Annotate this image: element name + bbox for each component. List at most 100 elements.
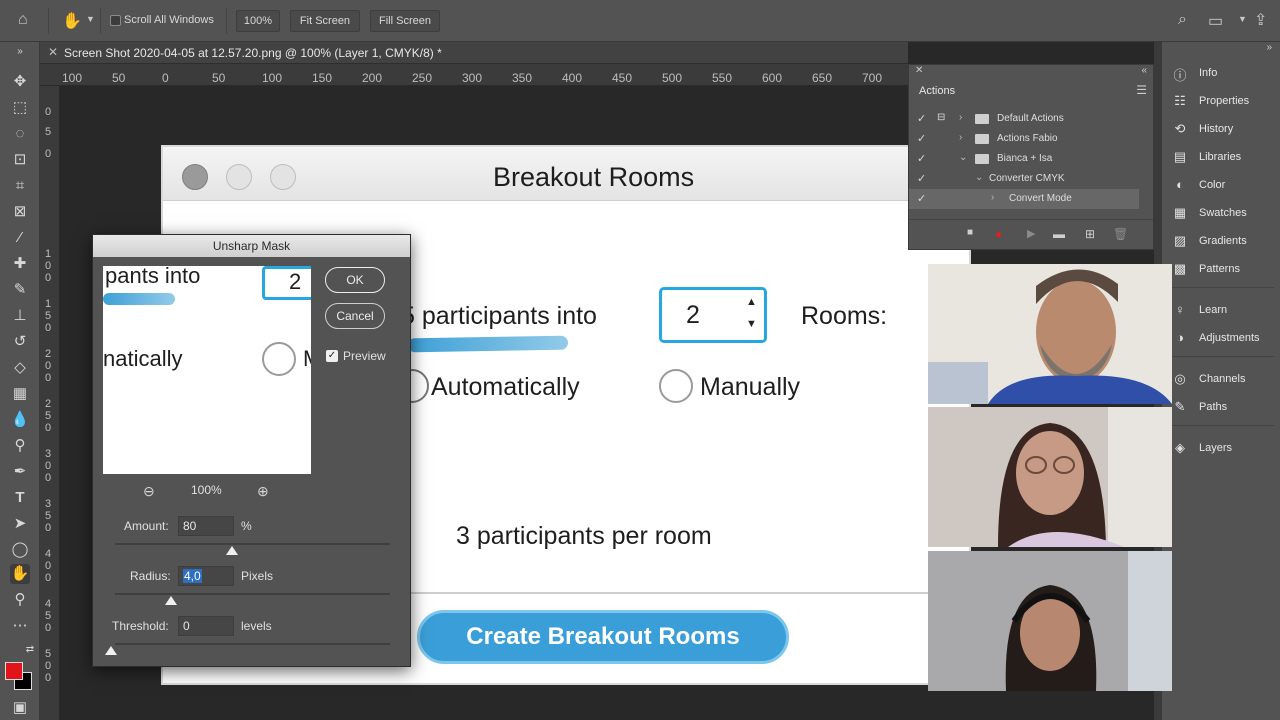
filter-preview[interactable]: pants into 2 natically M (103, 266, 311, 474)
dialog-title[interactable]: Unsharp Mask (93, 235, 410, 257)
lasso-tool-icon[interactable]: ◌ (10, 124, 30, 144)
ruler-tick: 200 (362, 71, 383, 85)
more-tools-icon[interactable]: ⋯ (10, 616, 30, 636)
threshold-input[interactable]: 0 (178, 616, 234, 636)
chevron-right-icon[interactable]: › (959, 112, 962, 123)
move-tool-icon[interactable]: ✥ (10, 72, 30, 92)
check-icon[interactable]: ✓ (917, 132, 926, 145)
home-icon[interactable]: ⌂ (18, 11, 28, 29)
dock-swatches[interactable]: ▦ Swatches (1162, 202, 1280, 226)
ok-button[interactable]: OK (325, 267, 385, 293)
dock-libraries[interactable]: ▤ Libraries (1162, 146, 1280, 170)
swap-colors-icon[interactable]: ⇄ (20, 640, 40, 660)
blur-tool-icon[interactable]: 💧 (10, 410, 30, 430)
hand-tool-icon[interactable]: ✋ (10, 564, 30, 584)
action-set-name: Actions Fabio (997, 133, 1058, 144)
check-icon[interactable]: ✓ (917, 172, 926, 185)
chevron-down-icon[interactable]: ▼ (1238, 14, 1247, 24)
dock-gradients[interactable]: ▨ Gradients (1162, 230, 1280, 254)
preview-checkbox[interactable]: ✓ (326, 350, 338, 362)
dock-layers[interactable]: ◈ Layers (1162, 437, 1280, 461)
fill-screen-button[interactable]: Fill Screen (370, 10, 440, 32)
amount-slider[interactable] (115, 543, 390, 545)
scroll-all-windows-checkbox[interactable] (110, 15, 121, 26)
radius-unit: Pixels (241, 569, 274, 583)
hand-tool-icon[interactable]: ✋ (62, 11, 82, 31)
chevron-right-icon[interactable]: › (959, 132, 962, 143)
history-brush-tool-icon[interactable]: ↺ (10, 332, 30, 352)
dock-patterns[interactable]: ▩ Patterns (1162, 258, 1280, 282)
ruler-tick: 450 (612, 71, 633, 85)
action-set-row[interactable]: ✓ ⌄ Bianca + Isa (909, 149, 1139, 169)
dock-info[interactable]: ⓘ Info (1162, 62, 1280, 86)
dodge-tool-icon[interactable]: ⚲ (10, 436, 30, 456)
chevron-down-icon[interactable]: ⌄ (975, 172, 983, 183)
check-icon[interactable]: ✓ (917, 192, 926, 205)
zoom-in-icon[interactable]: ⊕ (257, 483, 269, 500)
close-icon[interactable]: ✕ (48, 45, 58, 59)
workspace-icon[interactable]: ▭ (1208, 11, 1223, 31)
check-icon[interactable]: ✓ (917, 152, 926, 165)
quick-select-tool-icon[interactable]: ⊡ (10, 150, 30, 170)
threshold-slider[interactable] (115, 643, 390, 645)
dialog-toggle-icon[interactable]: ⊟ (937, 112, 945, 123)
close-icon[interactable]: ✕ (915, 65, 923, 76)
share-icon[interactable]: ⇪ (1254, 10, 1267, 30)
eyedropper-tool-icon[interactable]: ⁄ (10, 228, 30, 248)
dock-color[interactable]: ◐ Color (1162, 174, 1280, 198)
clone-stamp-tool-icon[interactable]: ⊥ (10, 306, 30, 326)
foreground-color-swatch[interactable] (5, 662, 23, 680)
panel-menu-icon[interactable]: ☰ (1136, 83, 1147, 97)
quick-mask-icon[interactable]: ▣ (10, 698, 30, 718)
radius-input[interactable]: 4,0 (178, 566, 234, 586)
document-tab[interactable]: ✕ Screen Shot 2020-04-05 at 12.57.20.png… (40, 42, 908, 64)
amount-slider-thumb[interactable] (226, 546, 238, 555)
preview-zoom-level: 100% (191, 483, 222, 497)
action-set-row[interactable]: ✓ › Actions Fabio (909, 129, 1139, 149)
path-select-tool-icon[interactable]: ➤ (10, 514, 30, 534)
search-icon[interactable]: ⌕ (1178, 11, 1187, 29)
zoom-100-button[interactable]: 100% (236, 10, 280, 32)
brush-tool-icon[interactable]: ✎ (10, 280, 30, 300)
chevron-down-icon[interactable]: ▼ (86, 14, 95, 24)
zoom-out-icon[interactable]: ⊖ (143, 483, 155, 500)
expand-icon[interactable]: » (10, 42, 30, 62)
check-icon[interactable]: ✓ (917, 112, 926, 125)
action-step-row[interactable]: ✓ › Convert Mode (909, 189, 1139, 209)
healing-brush-tool-icon[interactable]: ✚ (10, 254, 30, 274)
frame-tool-icon[interactable]: ⊠ (10, 202, 30, 222)
eraser-tool-icon[interactable]: ◇ (10, 358, 30, 378)
action-set-row[interactable]: ✓ ⊟ › Default Actions (909, 109, 1139, 129)
record-icon[interactable]: ● (995, 227, 1002, 241)
radius-slider[interactable] (115, 593, 390, 595)
play-icon[interactable]: ▶ (1027, 227, 1035, 240)
crop-tool-icon[interactable]: ⌗ (10, 176, 30, 196)
dock-properties[interactable]: ☷ Properties (1162, 90, 1280, 114)
action-row[interactable]: ✓ ⌄ Converter CMYK (909, 169, 1139, 189)
chevron-right-icon[interactable]: › (991, 192, 994, 203)
dock-history[interactable]: ⟲ History (1162, 118, 1280, 142)
pen-tool-icon[interactable]: ✒ (10, 462, 30, 482)
new-action-icon[interactable]: ⊞ (1085, 227, 1095, 241)
cancel-button[interactable]: Cancel (325, 303, 385, 329)
dock-learn[interactable]: ♀ Learn (1162, 299, 1280, 323)
new-set-folder-icon[interactable]: ▬ (1053, 227, 1065, 241)
threshold-slider-thumb[interactable] (105, 646, 117, 655)
zoom-tool-icon[interactable]: ⚲ (10, 590, 30, 610)
dock-channels[interactable]: ◎ Channels (1162, 368, 1280, 392)
ellipse-tool-icon[interactable]: ◯ (10, 540, 30, 560)
collapse-icon[interactable]: » (1266, 42, 1272, 53)
collapse-icon[interactable]: « (1141, 65, 1147, 76)
radius-slider-thumb[interactable] (165, 596, 177, 605)
dock-adjustments[interactable]: ◑ Adjustments (1162, 327, 1280, 351)
fit-screen-button[interactable]: Fit Screen (290, 10, 360, 32)
dock-paths[interactable]: ✎ Paths (1162, 396, 1280, 420)
gradient-tool-icon[interactable]: ▦ (10, 384, 30, 404)
amount-input[interactable]: 80 (178, 516, 234, 536)
trash-icon[interactable]: 🗑 (1113, 227, 1128, 241)
marquee-tool-icon[interactable]: ⬚ (10, 98, 30, 118)
actions-tab[interactable]: Actions (909, 79, 966, 103)
type-tool-icon[interactable]: T (10, 488, 30, 508)
stop-icon[interactable]: ■ (967, 227, 973, 238)
chevron-down-icon[interactable]: ⌄ (959, 152, 967, 163)
